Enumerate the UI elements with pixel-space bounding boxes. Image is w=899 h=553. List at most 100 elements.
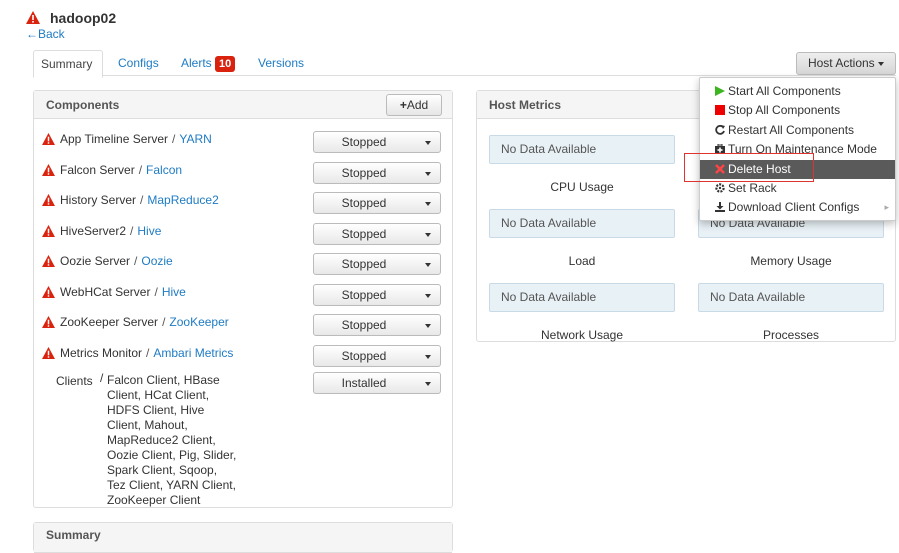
separator: / — [162, 315, 166, 329]
caret-down-icon — [425, 382, 431, 386]
host-actions-button[interactable]: Host Actions — [796, 52, 896, 75]
client-line: ZooKeeper Client — [107, 493, 201, 507]
refresh-icon — [715, 125, 725, 135]
client-line: MapReduce2 Client, — [107, 433, 216, 447]
component-status-dropdown[interactable]: Stopped — [313, 314, 441, 336]
alert-triangle-icon — [42, 164, 55, 176]
download-icon — [715, 202, 725, 212]
alert-triangle-icon — [42, 194, 55, 206]
clients-sep: / — [100, 371, 104, 385]
separator: / — [140, 193, 144, 207]
clients-status: Installed — [341, 376, 387, 390]
component-status: Stopped — [341, 257, 387, 271]
separator: / — [172, 132, 176, 146]
component-service-link[interactable]: Hive — [137, 224, 161, 238]
components-panel: Components +Add App Timeline Server / YARN… — [33, 90, 453, 508]
component-name: Oozie Server — [60, 254, 131, 268]
caret-down-icon — [425, 172, 431, 176]
component-status: Stopped — [341, 196, 387, 210]
component-service-link[interactable]: Falcon — [146, 163, 182, 177]
client-line: Client, HCat Client, — [107, 388, 210, 402]
component-name: Metrics Monitor — [60, 346, 143, 360]
stop-icon — [715, 105, 725, 115]
component-service-link[interactable]: ZooKeeper — [169, 315, 228, 329]
clients-label: Clients — [56, 374, 93, 388]
component-status: Stopped — [341, 166, 387, 180]
alert-triangle-icon — [42, 225, 55, 237]
load-label: Load — [568, 254, 596, 268]
alert-triangle-icon — [42, 133, 55, 145]
plus-icon: + — [399, 98, 407, 112]
component-status-dropdown[interactable]: Stopped — [313, 192, 441, 214]
load-nodata: No Data Available — [489, 209, 675, 238]
caret-down-icon — [425, 141, 431, 145]
memory-usage-label: Memory Usage — [750, 254, 832, 268]
component-status-dropdown[interactable]: Stopped — [313, 345, 441, 367]
component-service-link[interactable]: Ambari Metrics — [153, 346, 233, 360]
component-name: App Timeline Server — [60, 132, 169, 146]
component-service-link[interactable]: YARN — [179, 132, 211, 146]
component-row: WebHCat Server / Hive — [42, 282, 302, 302]
menu-stop-all[interactable]: Stop All Components — [700, 101, 895, 120]
separator: / — [154, 285, 158, 299]
component-row: History Server / MapReduce2 — [42, 190, 302, 210]
processes-nodata: No Data Available — [698, 283, 884, 312]
gear-icon — [715, 183, 725, 193]
component-name: ZooKeeper Server — [60, 315, 159, 329]
component-status: Stopped — [341, 288, 387, 302]
alert-triangle-icon — [42, 255, 55, 267]
host-title: hadoop02 — [50, 10, 117, 26]
alert-triangle-icon — [42, 316, 55, 328]
component-service-link[interactable]: MapReduce2 — [147, 193, 218, 207]
component-row: Oozie Server / Oozie — [42, 251, 302, 271]
separator: / — [130, 224, 134, 238]
client-line: Client, Mahout, — [107, 418, 188, 432]
component-status-dropdown[interactable]: Stopped — [313, 223, 441, 245]
tab-alerts[interactable]: Alerts 10 — [174, 50, 242, 78]
component-row: App Timeline Server / YARN — [42, 129, 302, 149]
component-status-dropdown[interactable]: Stopped — [313, 131, 441, 153]
processes-label: Processes — [762, 328, 820, 342]
separator: / — [134, 254, 138, 268]
client-line: Tez Client, YARN Client, — [107, 478, 236, 492]
component-status-dropdown[interactable]: Stopped — [313, 284, 441, 306]
clients-status-dropdown[interactable]: Installed — [313, 372, 441, 394]
summary-panel: Summary — [33, 522, 453, 553]
network-nodata: No Data Available — [489, 283, 675, 312]
component-name: WebHCat Server — [60, 285, 151, 299]
component-status: Stopped — [341, 227, 387, 241]
caret-down-icon — [425, 202, 431, 206]
arrow-left-icon: ← — [26, 27, 38, 41]
tab-versions[interactable]: Versions — [251, 50, 311, 78]
alert-triangle-icon — [26, 11, 40, 24]
cpu-nodata: No Data Available — [489, 135, 675, 164]
back-link[interactable]: ←Back — [26, 27, 65, 41]
component-row: ZooKeeper Server / ZooKeeper — [42, 312, 302, 332]
menu-start-all[interactable]: Start All Components — [700, 82, 895, 101]
tab-configs[interactable]: Configs — [111, 50, 166, 78]
component-service-link[interactable]: Oozie — [141, 254, 172, 268]
client-line: HDFS Client, Hive — [107, 403, 205, 417]
component-status: Stopped — [341, 318, 387, 332]
menu-restart-all[interactable]: Restart All Components — [700, 121, 895, 140]
alert-triangle-icon — [42, 286, 55, 298]
component-row: Metrics Monitor / Ambari Metrics — [42, 343, 302, 363]
separator: / — [138, 163, 143, 177]
highlight-annotation-box — [684, 153, 814, 182]
component-service-link[interactable]: Hive — [162, 285, 186, 299]
client-line: Oozie Client, Pig, Slider, — [107, 448, 237, 462]
add-component-button[interactable]: +Add — [386, 94, 442, 116]
tab-summary[interactable]: Summary — [33, 50, 103, 78]
chevron-right-icon: ▸ — [884, 202, 889, 212]
component-name: HiveServer2 — [60, 224, 127, 238]
network-usage-label: Network Usage — [540, 328, 624, 342]
alert-triangle-icon — [42, 347, 55, 359]
component-status-dropdown[interactable]: Stopped — [313, 162, 441, 184]
host-tabs: Summary Configs Alerts 10 Versions — [33, 50, 896, 78]
component-status-dropdown[interactable]: Stopped — [313, 253, 441, 275]
caret-down-icon — [425, 324, 431, 328]
component-row: Falcon Server / Falcon — [42, 160, 302, 180]
menu-download-client-configs[interactable]: Download Client Configs ▸ — [700, 198, 895, 217]
client-line: Spark Client, Sqoop, — [107, 463, 218, 477]
host-actions-menu: Start All Components Stop All Components… — [699, 77, 896, 221]
